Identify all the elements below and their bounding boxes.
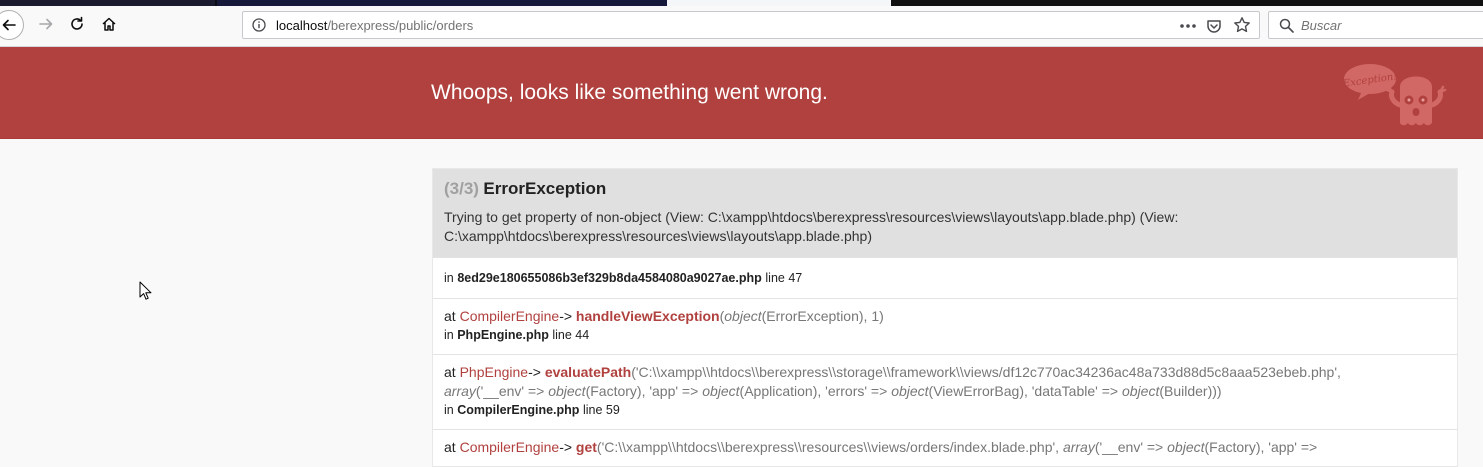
at-label: at: [444, 308, 456, 324]
trace-args: (Application), 'errors' =>: [739, 383, 892, 399]
exception-ghost-logo: Exception!: [1341, 64, 1447, 126]
trace-class: CompilerEngine: [459, 308, 560, 324]
browser-navbar: localhost/berexpress/public/orders: [0, 6, 1483, 47]
trace-arrow: ->: [559, 308, 573, 324]
trace-line: line 47: [765, 271, 803, 285]
exception-summary: (3/3) ErrorException Trying to get prope…: [433, 169, 1457, 257]
trace-args: ('__env' =>: [1094, 439, 1168, 455]
url-path: /berexpress/public/orders: [327, 18, 474, 33]
trace-method: evaluatePath: [544, 364, 632, 380]
bookmark-star-icon[interactable]: [1233, 16, 1251, 34]
trace-args: (ViewErrorBag), 'dataTable' =>: [928, 383, 1122, 399]
trace-args: (Builder))): [1159, 383, 1222, 399]
page-title: Whoops, looks like something went wrong.: [431, 81, 828, 104]
search-input[interactable]: [1301, 16, 1481, 34]
stack-trace-row: at CompilerEngine-> get('C:\\xampp\\htdo…: [433, 429, 1457, 466]
search-bar[interactable]: [1268, 11, 1483, 39]
trace-args: (Factory), 'app' =>: [585, 383, 703, 399]
trace-file: 8ed29e180655086b3ef329b8da4584080a9027ae…: [457, 271, 762, 285]
home-button[interactable]: [95, 10, 123, 38]
trace-args: ('__env' =>: [475, 383, 549, 399]
trace-args-keyword: object: [702, 383, 740, 399]
trace-args: (ErrorException), 1): [761, 308, 884, 324]
search-icon: [1279, 18, 1294, 33]
trace-args-keyword: array: [444, 383, 476, 399]
trace-line: line 44: [552, 328, 590, 342]
stack-trace-row: in 8ed29e180655086b3ef329b8da4584080a902…: [433, 257, 1457, 298]
exception-heading: (3/3) ErrorException: [444, 179, 1446, 199]
forward-button[interactable]: [32, 10, 60, 38]
trace-args-keyword: object: [891, 383, 929, 399]
reload-icon: [71, 16, 83, 30]
exception-header: Whoops, looks like something went wrong.…: [0, 47, 1483, 139]
info-icon[interactable]: [252, 18, 266, 32]
in-label: in: [444, 328, 454, 342]
trace-arrow: ->: [559, 439, 573, 455]
page-actions-icon[interactable]: [1174, 16, 1204, 36]
in-label: in: [444, 271, 454, 285]
home-icon: [102, 17, 116, 31]
trace-args: ('C:\\xampp\\htdocs\\berexpress\\resourc…: [596, 439, 1063, 455]
trace-args: (Factory), 'app' =>: [1204, 439, 1318, 455]
in-label: in: [444, 403, 454, 417]
mouse-cursor-icon: [139, 281, 152, 300]
arrow-left-icon: [2, 19, 16, 31]
arrow-right-icon: [39, 18, 53, 30]
trace-file: PhpEngine.php: [457, 328, 549, 342]
trace-method: handleViewException: [575, 308, 720, 324]
exception-class: ErrorException: [483, 179, 607, 198]
trace-args-keyword: array: [1062, 439, 1095, 455]
exception-panel: (3/3) ErrorException Trying to get prope…: [432, 168, 1458, 467]
url-bar[interactable]: localhost/berexpress/public/orders: [242, 11, 1260, 39]
trace-line: line 59: [582, 403, 620, 417]
reload-button[interactable]: [63, 10, 91, 38]
exception-message: Trying to get property of non-object (Vi…: [444, 209, 1179, 244]
trace-args: ('C:\\xampp\\htdocs\\berexpress\\storage…: [631, 364, 1341, 380]
trace-args-keyword: object: [548, 383, 586, 399]
url-host: localhost: [276, 18, 328, 33]
back-button[interactable]: [0, 10, 24, 40]
trace-args-keyword: object: [1167, 439, 1205, 455]
url-text[interactable]: localhost/berexpress/public/orders: [276, 18, 473, 33]
trace-args-keyword: object: [1121, 383, 1160, 399]
trace-file: CompilerEngine.php: [457, 403, 580, 417]
stack-trace-row: at CompilerEngine-> handleViewException (…: [433, 298, 1457, 354]
trace-args-keyword: object: [724, 308, 762, 324]
at-label: at: [444, 364, 456, 380]
pocket-icon[interactable]: [1205, 17, 1223, 35]
at-label: at: [444, 439, 456, 455]
exception-count: (3/3): [444, 179, 479, 198]
trace-class: CompilerEngine: [459, 439, 560, 455]
trace-method: get: [575, 439, 597, 455]
stack-trace-row: at PhpEngine-> evaluatePath('C:\\xampp\\…: [433, 354, 1457, 429]
trace-arrow: ->: [528, 364, 541, 380]
trace-class: PhpEngine: [459, 364, 529, 380]
